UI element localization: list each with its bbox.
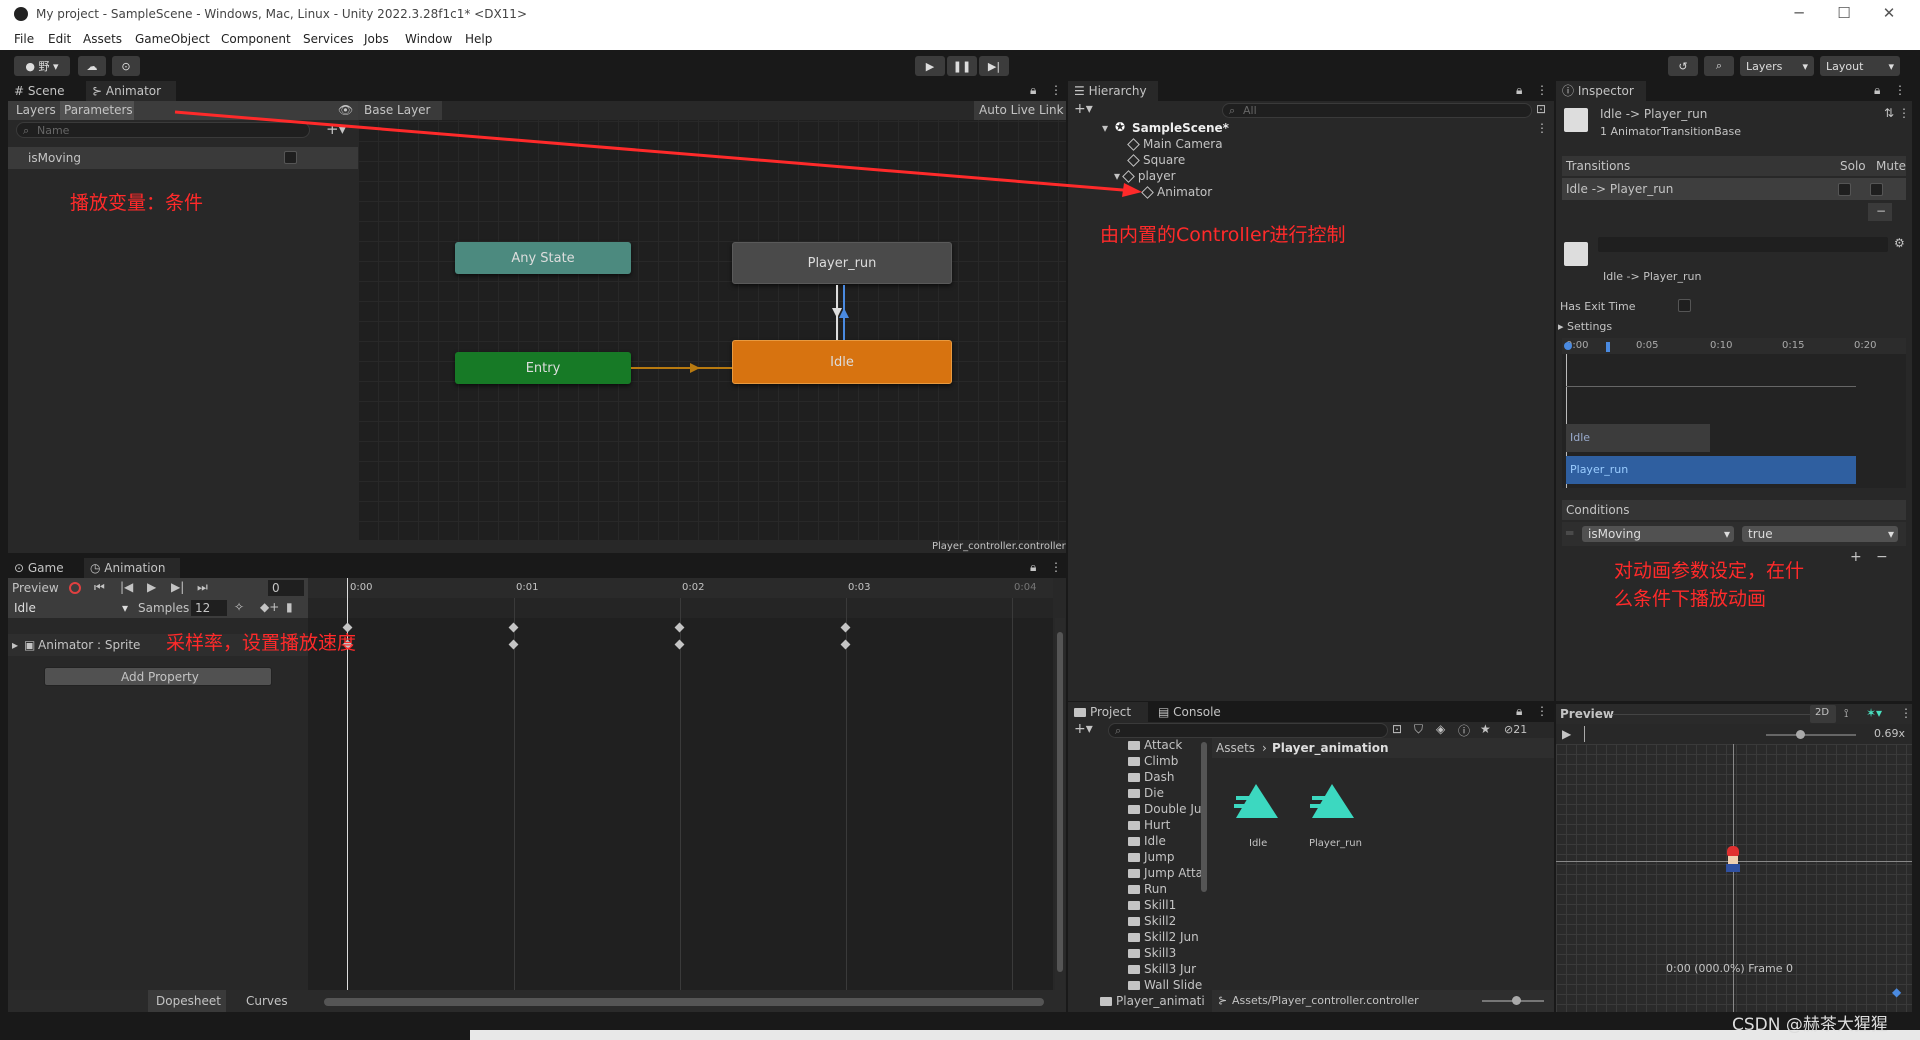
watermark: CSDN @赫茶大猩猩 [1732, 1015, 1888, 1035]
annotation-conditions: 么条件下播放动画 [1614, 588, 1767, 610]
annotation-controller: 由内置的Controller进行控制 [1100, 224, 1346, 246]
annotation-params: 播放变量：条件 [70, 192, 204, 214]
annotation-arrow-head [1122, 183, 1142, 197]
annotation-line [174, 110, 1136, 193]
annotation-conditions: 对动画参数设定，在什 [1614, 560, 1805, 582]
annotation-arrow [174, 110, 1142, 197]
annotation-sample-rate: 采样率，设置播放速度 [166, 632, 357, 654]
